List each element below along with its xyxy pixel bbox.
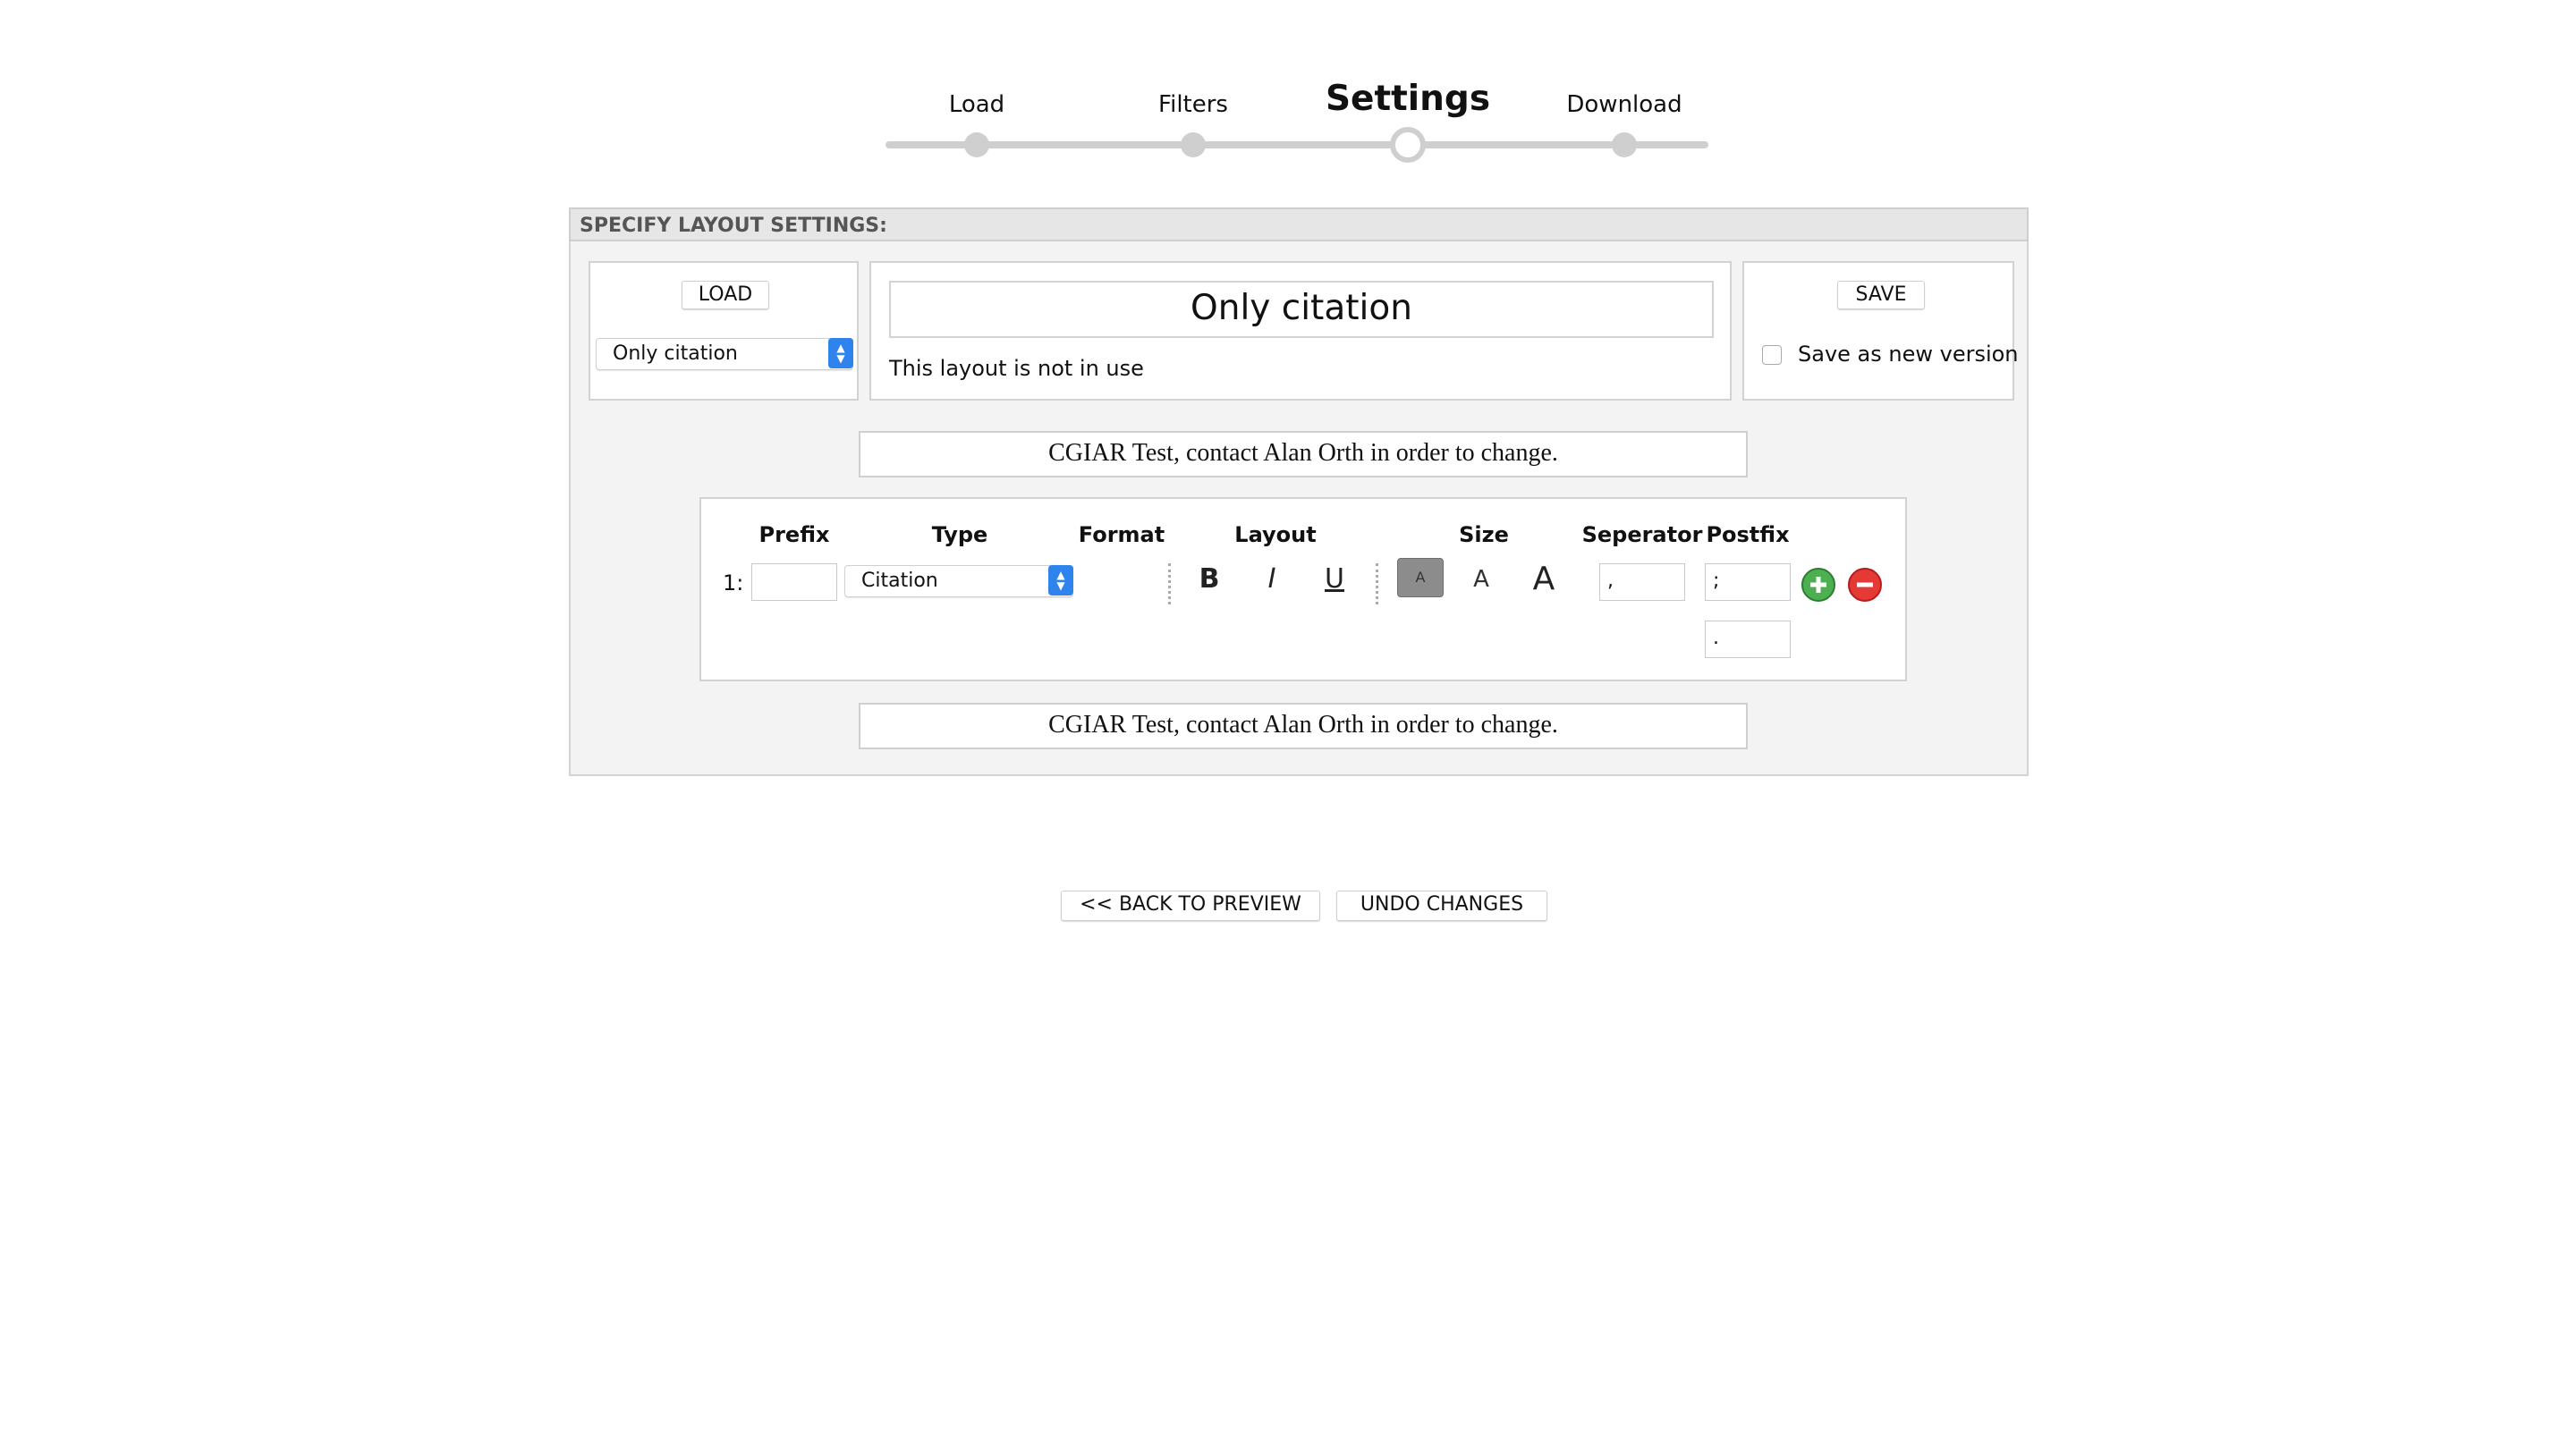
column-header-size: Size xyxy=(1459,522,1509,547)
back-to-preview-button[interactable]: << BACK TO PREVIEW xyxy=(1061,891,1320,921)
separator-input[interactable]: , xyxy=(1599,563,1685,601)
up-down-arrows-icon: ▲ ▼ xyxy=(828,338,853,368)
type-select[interactable]: Citation ▲ ▼ xyxy=(844,565,1073,597)
format-separator-right xyxy=(1376,563,1378,604)
size-small-button[interactable]: A xyxy=(1397,558,1444,597)
save-layout-box: SAVE Save as new version xyxy=(1742,261,2019,401)
notice-bottom: CGIAR Test, contact Alan Orth in order t… xyxy=(859,703,1748,749)
undo-changes-button[interactable]: UNDO CHANGES xyxy=(1336,891,1547,921)
stepper-track xyxy=(886,141,1708,148)
row-index: 1: xyxy=(723,570,744,596)
save-button[interactable]: SAVE xyxy=(1837,281,1925,309)
postfix-input[interactable]: ; xyxy=(1705,563,1791,601)
notice-top: CGIAR Test, contact Alan Orth in order t… xyxy=(859,431,1748,477)
layout-select[interactable]: Only citation ▲ ▼ xyxy=(596,338,853,370)
step-dot-download[interactable] xyxy=(1612,132,1637,157)
step-label-download[interactable]: Download xyxy=(1566,91,1682,118)
column-header-prefix: Prefix xyxy=(758,522,830,547)
save-as-new-version-checkbox[interactable] xyxy=(1762,345,1782,365)
column-header-format: Format xyxy=(1078,522,1165,547)
step-label-filters[interactable]: Filters xyxy=(1158,91,1228,118)
minus-circle-icon xyxy=(1857,582,1873,587)
size-large-button[interactable]: A xyxy=(1521,560,1567,599)
step-dot-filters[interactable] xyxy=(1181,132,1206,157)
type-select-value: Citation xyxy=(861,570,938,592)
load-button[interactable]: LOAD xyxy=(682,281,769,309)
italic-button[interactable]: I xyxy=(1249,560,1295,599)
size-medium-button[interactable]: A xyxy=(1458,560,1504,599)
layout-name-box: Only citation This layout is not in use xyxy=(869,261,1732,401)
column-header-postfix: Postfix xyxy=(1706,522,1790,547)
step-label-settings: Settings xyxy=(1325,79,1491,119)
layout-name-input[interactable]: Only citation xyxy=(889,281,1714,338)
plus-circle-icon xyxy=(1810,577,1826,593)
column-header-separator: Seperator xyxy=(1581,522,1703,547)
layout-select-value: Only citation xyxy=(613,342,738,365)
postfix-extra-input[interactable]: . xyxy=(1705,621,1791,658)
column-header-type: Type xyxy=(931,522,988,547)
remove-field-button[interactable] xyxy=(1848,568,1882,602)
step-dot-settings xyxy=(1390,127,1426,163)
column-header-layout: Layout xyxy=(1234,522,1317,547)
step-label-load[interactable]: Load xyxy=(949,91,1004,118)
prefix-input[interactable] xyxy=(751,563,837,601)
underline-button[interactable]: U xyxy=(1311,560,1358,599)
panel-header: SPECIFY LAYOUT SETTINGS: xyxy=(569,207,2029,241)
format-separator-left xyxy=(1168,563,1171,604)
up-down-arrows-icon: ▲ ▼ xyxy=(1048,565,1073,596)
layout-status-text: This layout is not in use xyxy=(889,356,1144,381)
load-layout-box: LOAD Only citation ▲ ▼ xyxy=(589,261,859,401)
add-field-button[interactable] xyxy=(1801,568,1835,602)
bold-button[interactable]: B xyxy=(1186,560,1233,599)
step-dot-load[interactable] xyxy=(964,132,989,157)
save-as-new-version-label: Save as new version xyxy=(1798,342,2019,367)
